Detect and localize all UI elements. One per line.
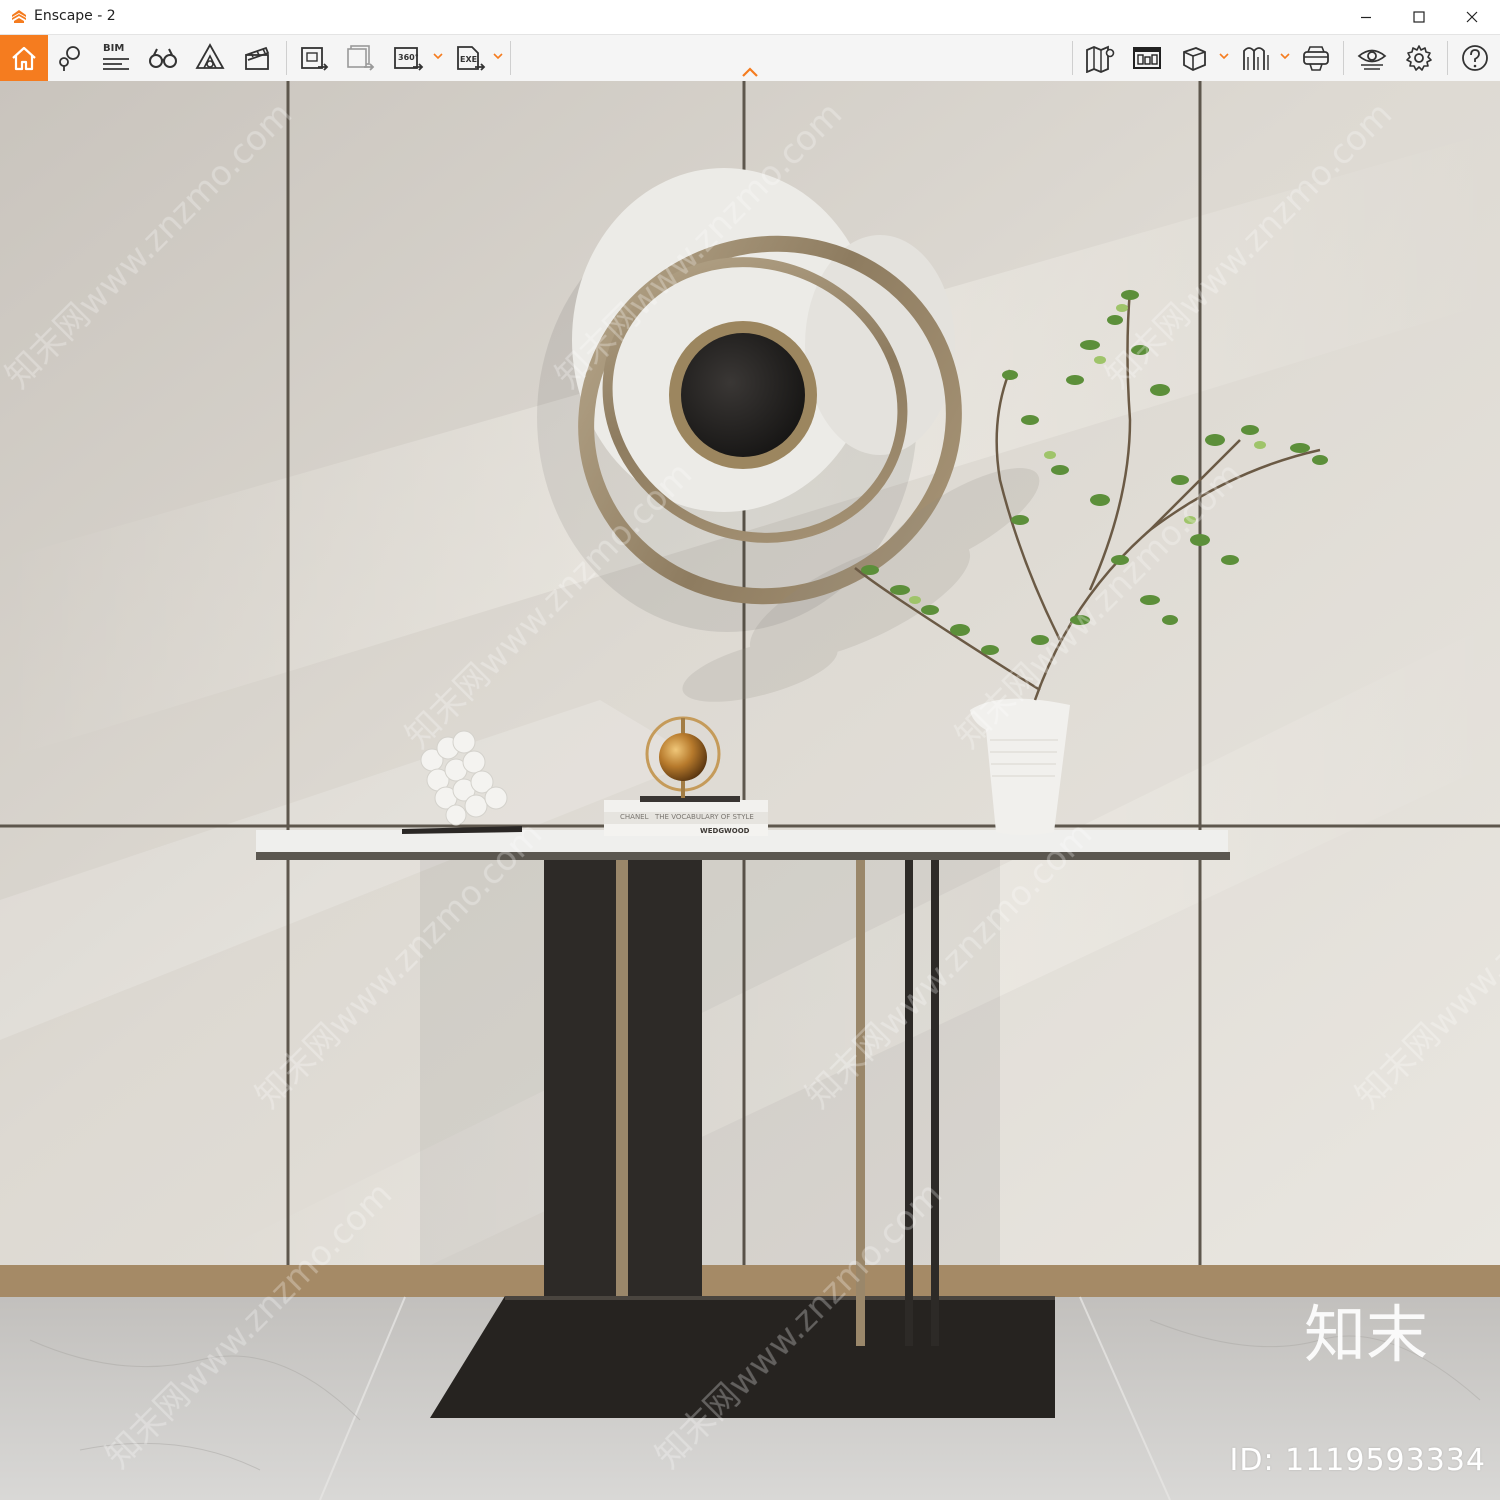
toolbar-separator (1072, 41, 1073, 75)
settings-gear-icon (1406, 45, 1432, 71)
screenshot-export-button[interactable] (292, 35, 336, 81)
chevron-down-icon (1219, 53, 1229, 60)
minimize-icon (1361, 16, 1371, 19)
material-dropdown[interactable] (1279, 49, 1291, 63)
vr-headset-icon (1303, 46, 1329, 71)
collapse-toolbar-icon[interactable] (740, 66, 760, 78)
enscape-logo-icon (12, 10, 26, 23)
toolbar-separator (1447, 41, 1448, 75)
vr-headset-button[interactable] (1294, 35, 1338, 81)
clapperboard-icon (245, 46, 270, 70)
visual-settings-eye-icon (1357, 49, 1387, 70)
toolbar-separator (1343, 41, 1344, 75)
settings-button[interactable] (1397, 35, 1441, 81)
close-button[interactable] (1449, 0, 1495, 34)
minimize-button[interactable] (1343, 0, 1389, 34)
rendered-scene (0, 81, 1500, 1500)
home-button[interactable] (0, 35, 48, 81)
visual-settings-button[interactable] (1350, 35, 1394, 81)
window-title: Enscape - 2 (34, 8, 116, 24)
binoculars-button[interactable] (141, 35, 185, 81)
home-icon (12, 46, 36, 71)
map-pin-button[interactable] (48, 35, 92, 81)
chevron-down-icon (1280, 53, 1290, 60)
binoculars-icon (149, 48, 177, 68)
video-editor-button[interactable] (235, 35, 279, 81)
title-bar: Enscape - 2 (0, 0, 1500, 35)
maximize-icon (1413, 11, 1425, 23)
asset-library-button[interactable] (1125, 35, 1169, 81)
maximize-button[interactable] (1396, 0, 1442, 34)
view-dropdown[interactable] (1218, 49, 1230, 63)
close-icon (1466, 11, 1478, 23)
material-editor-button[interactable] (1234, 35, 1278, 81)
brand-logo-text: 知末 (1304, 1298, 1429, 1371)
chevron-down-icon (433, 53, 443, 60)
chevron-down-icon (493, 53, 503, 60)
map-button[interactable] (1078, 35, 1122, 81)
map-icon (1086, 45, 1115, 73)
render-viewport[interactable]: 知末网www.znzmo.com 知末网www.znzmo.com 知末网www… (0, 81, 1500, 1500)
exe-export-button[interactable]: EXE (448, 35, 492, 81)
cube-icon (1183, 47, 1206, 71)
exe-dropdown[interactable] (492, 49, 504, 63)
view-cube-button[interactable] (1172, 35, 1216, 81)
asset-library-icon (1133, 47, 1161, 69)
image-id-label: ID: 1119593334 (1229, 1443, 1486, 1478)
map-pin-icon (59, 46, 80, 71)
exe-export-icon: EXE (457, 46, 486, 71)
toolbar-separator (286, 41, 287, 75)
bim-label: BIM (103, 43, 125, 54)
panorama-360-icon: 360° (394, 47, 424, 71)
panorama-360-button[interactable]: 360° (386, 35, 430, 81)
atmosphere-button[interactable] (188, 35, 232, 81)
batch-render-button[interactable] (338, 35, 382, 81)
help-icon (1462, 45, 1488, 71)
material-editor-icon (1243, 47, 1269, 70)
help-button[interactable] (1453, 35, 1497, 81)
toolbar-separator (510, 41, 511, 75)
batch-render-icon (347, 45, 375, 71)
atmosphere-icon (195, 43, 225, 69)
panorama-dropdown[interactable] (432, 49, 444, 63)
screenshot-export-icon (301, 47, 329, 71)
svg-text:EXE: EXE (460, 55, 477, 64)
svg-text:360°: 360° (398, 53, 419, 62)
bim-button[interactable] (94, 35, 138, 81)
